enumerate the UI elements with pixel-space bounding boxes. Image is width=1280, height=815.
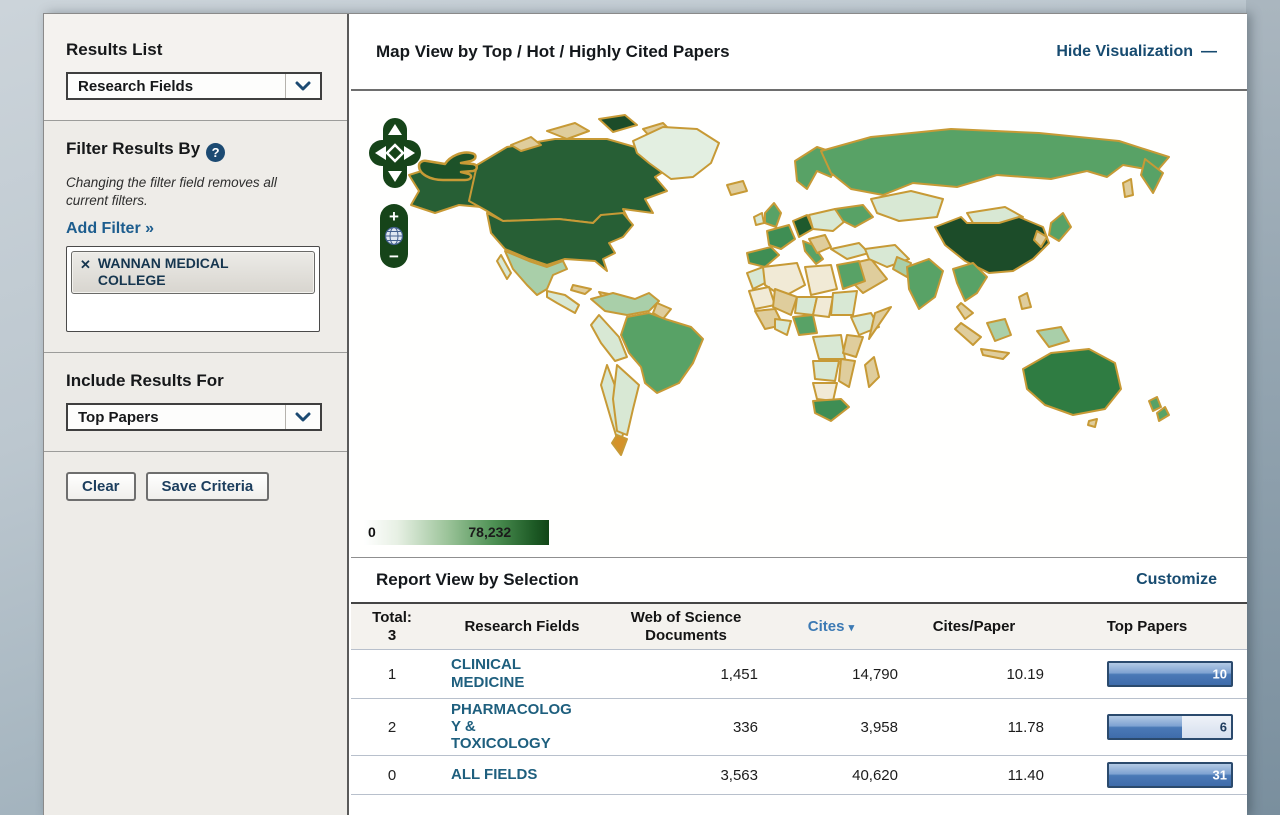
filter-note-line2: current filters. [66, 193, 148, 208]
table-row: 1 CLINICAL MEDICINE 1,451 14,790 10.19 1… [351, 649, 1247, 698]
cites-per-paper-value: 11.78 [901, 719, 1047, 736]
bar-fill [1109, 716, 1182, 738]
sidebar-actions: Clear Save Criteria [44, 452, 347, 521]
row-rank: 0 [351, 767, 433, 784]
main-panel: Map View by Top / Hot / Highly Cited Pap… [351, 14, 1247, 815]
map-pan-control[interactable] [368, 117, 422, 189]
column-research-fields[interactable]: Research Fields [433, 618, 611, 636]
map-area: + − 0 78,232 [351, 91, 1247, 557]
hide-visualization-link[interactable]: Hide Visualization [1056, 43, 1193, 60]
column-cites-per-paper[interactable]: Cites/Paper [901, 618, 1047, 636]
cites-value: 14,790 [761, 666, 901, 683]
column-wos-documents[interactable]: Web of ScienceDocuments [611, 609, 761, 645]
total-count: 3 [388, 627, 396, 644]
help-icon[interactable]: ? [206, 143, 225, 162]
save-criteria-button[interactable]: Save Criteria [146, 472, 270, 501]
minimize-icon[interactable]: — [1201, 43, 1217, 60]
cites-label: Cites [808, 618, 845, 635]
clear-button[interactable]: Clear [66, 472, 136, 501]
column-top-papers[interactable]: Top Papers [1047, 618, 1247, 636]
row-rank: 1 [351, 666, 433, 683]
include-results-section: Include Results For Top Papers [44, 353, 347, 452]
active-filters-box: ✕ WANNAN MEDICAL COLLEGE [66, 246, 320, 332]
include-results-dropdown[interactable]: Top Papers [66, 403, 322, 431]
filter-section: Filter Results By? Changing the filter f… [44, 121, 347, 353]
continent-south-america[interactable] [591, 293, 703, 455]
remove-filter-icon[interactable]: ✕ [80, 257, 91, 273]
column-total: Total:3 [351, 609, 433, 645]
field-link-pharmacology-toxicology[interactable]: PHARMACOLOG Y & TOXICOLOGY [433, 701, 572, 753]
top-papers-cell: 31 [1047, 762, 1247, 788]
chevron-down-icon [285, 405, 320, 429]
table-header-row: Total:3 Research Fields Web of ScienceDo… [351, 604, 1247, 649]
hand-cursor-icon [417, 147, 479, 185]
world-map[interactable] [351, 101, 1236, 521]
wos-documents-value: 336 [611, 719, 761, 736]
top-papers-bar: 10 [1107, 661, 1233, 687]
field-link-all-fields[interactable]: ALL FIELDS [433, 766, 537, 783]
results-list-dropdown-value: Research Fields [68, 78, 285, 95]
map-legend: 0 78,232 [364, 520, 549, 545]
top-papers-bar: 31 [1107, 762, 1233, 788]
top-papers-bar: 6 [1107, 714, 1233, 740]
map-zoom-control[interactable]: + − [379, 203, 409, 269]
cites-per-paper-value: 11.40 [901, 767, 1047, 784]
report-header: Report View by Selection Customize [351, 557, 1247, 604]
report-table: Total:3 Research Fields Web of ScienceDo… [351, 604, 1247, 795]
filter-chip-label: WANNAN MEDICAL COLLEGE [98, 255, 273, 287]
cites-per-paper-value: 10.19 [901, 666, 1047, 683]
wos-label-line2: Documents [645, 627, 727, 644]
legend-min-value: 0 [368, 524, 376, 540]
map-title: Map View by Top / Hot / Highly Cited Pap… [376, 42, 730, 62]
sort-desc-icon: ▾ [849, 622, 855, 634]
table-row: 2 PHARMACOLOG Y & TOXICOLOGY 336 3,958 1… [351, 698, 1247, 755]
customize-link[interactable]: Customize [1136, 571, 1217, 589]
continent-north-america[interactable] [409, 115, 747, 313]
cites-value: 40,620 [761, 767, 901, 784]
wos-documents-value: 1,451 [611, 666, 761, 683]
filter-heading: Filter Results By? [66, 139, 325, 162]
add-filter-link[interactable]: Add Filter » [66, 220, 154, 238]
top-papers-cell: 10 [1047, 661, 1247, 687]
report-title: Report View by Selection [376, 570, 579, 590]
map-header: Map View by Top / Hot / Highly Cited Pap… [351, 14, 1247, 91]
filter-chip[interactable]: ✕ WANNAN MEDICAL COLLEGE [71, 251, 315, 293]
sidebar: Results List Research Fields Filter Resu… [44, 14, 349, 815]
zoom-out-button[interactable]: − [389, 247, 399, 266]
continent-oceania[interactable] [1023, 349, 1169, 427]
filter-note-line1: Changing the filter field removes all [66, 175, 277, 190]
total-label: Total: [372, 609, 412, 626]
results-list-dropdown[interactable]: Research Fields [66, 72, 322, 100]
app-window: Results List Research Fields Filter Resu… [43, 13, 1247, 815]
chevron-down-icon [285, 74, 320, 98]
field-link-clinical-medicine[interactable]: CLINICAL MEDICINE [433, 656, 524, 691]
zoom-in-button[interactable]: + [389, 207, 399, 226]
window-right-edge [1246, 0, 1280, 815]
top-papers-value: 10 [1213, 667, 1227, 682]
cites-value: 3,958 [761, 719, 901, 736]
top-papers-cell: 6 [1047, 714, 1247, 740]
hide-visualization: Hide Visualization — [1056, 43, 1217, 61]
row-rank: 2 [351, 719, 433, 736]
results-list-section: Results List Research Fields [44, 14, 347, 121]
filter-heading-text: Filter Results By [66, 139, 200, 158]
legend-max-value: 78,232 [468, 524, 511, 540]
include-results-heading: Include Results For [66, 371, 325, 391]
table-row: 0 ALL FIELDS 3,563 40,620 11.40 31 [351, 755, 1247, 795]
wos-label-line1: Web of Science [631, 609, 742, 626]
include-results-dropdown-value: Top Papers [68, 409, 285, 426]
results-list-heading: Results List [66, 40, 325, 60]
top-papers-value: 6 [1220, 720, 1227, 735]
column-cites-sorted[interactable]: Cites ▾ [761, 618, 901, 636]
top-papers-value: 31 [1213, 768, 1227, 783]
screen: Results List Research Fields Filter Resu… [0, 0, 1280, 815]
globe-icon[interactable] [386, 228, 403, 245]
filter-note: Changing the filter field removes all cur… [66, 174, 325, 210]
wos-documents-value: 3,563 [611, 767, 761, 784]
